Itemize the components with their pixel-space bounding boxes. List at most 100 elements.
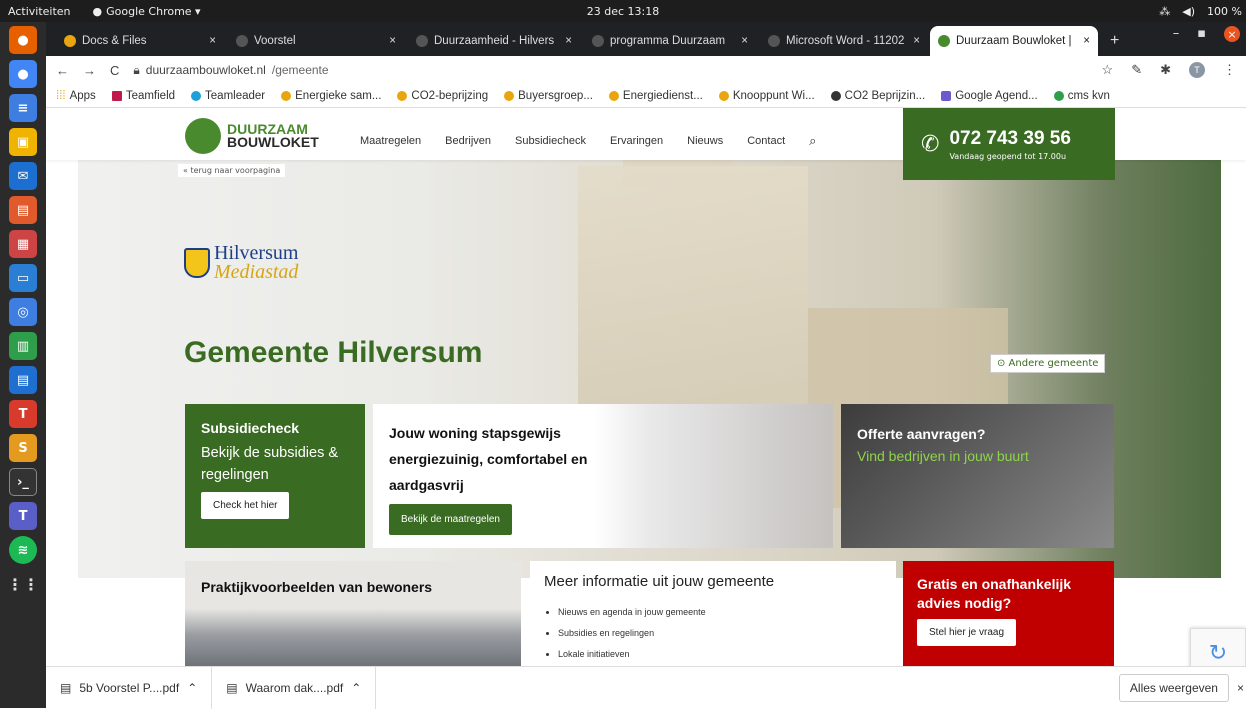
bookmark-item[interactable]: Google Agend...	[941, 90, 1038, 102]
docs-icon[interactable]: ≡	[9, 94, 37, 122]
apps-grid-icon: ⁞⁞⁞	[56, 89, 66, 102]
terminal-icon[interactable]: ›_	[9, 468, 37, 496]
close-icon[interactable]: ×	[203, 35, 216, 47]
other-municipality-button[interactable]: ⊙ Andere gemeente	[990, 354, 1106, 373]
list-item[interactable]: Subsidies en regelingen	[558, 623, 882, 644]
teamleader-icon[interactable]: T	[9, 400, 37, 428]
chevron-up-icon[interactable]: ⌃	[187, 681, 197, 695]
sheets-icon[interactable]: ▥	[9, 332, 37, 360]
spotify-icon[interactable]: ≋	[9, 536, 37, 564]
window-controls: – ▪ ×	[1173, 26, 1246, 42]
tab-duurzaamheid[interactable]: Duurzaamheid - Hilvers ×	[408, 26, 580, 56]
new-tab-button[interactable]: +	[1102, 26, 1126, 56]
tab-docs-files[interactable]: Docs & Files ×	[56, 26, 224, 56]
skype-icon[interactable]: S	[9, 434, 37, 462]
info-list: Nieuws en agenda in jouw gemeente Subsid…	[544, 602, 882, 665]
system-tray[interactable]: ⁂ ◀) 100 %	[1159, 5, 1242, 18]
bookmark-favicon-icon	[111, 90, 122, 101]
tab-favicon-icon	[592, 35, 604, 47]
tab-favicon-icon	[236, 35, 248, 47]
app-grid-icon[interactable]: ⋮⋮	[7, 570, 39, 598]
nav-bedrijven[interactable]: Bedrijven	[445, 135, 491, 149]
bookmark-apps[interactable]: ⁞⁞⁞ Apps	[56, 90, 96, 102]
bookmark-item[interactable]: Teamfield	[111, 90, 175, 102]
dock: ● ● ≡ ▣ ✉ ▤ ▦ ▭ ◎ ▥ ▤ T S ›_ T ≋ ⋮⋮	[0, 22, 46, 708]
bookmark-item[interactable]: CO2 Beprijzin...	[830, 90, 925, 102]
bookmark-item[interactable]: Teamleader	[191, 90, 265, 102]
close-icon[interactable]: ×	[383, 35, 396, 47]
search-icon[interactable]: ⌕	[809, 133, 816, 149]
app-menu[interactable]: ● Google Chrome ▾	[93, 5, 201, 18]
bookmark-item[interactable]: Energieke sam...	[281, 90, 381, 102]
window-close-icon[interactable]: ×	[1224, 26, 1240, 42]
bookmark-favicon-icon	[504, 90, 515, 101]
bookmark-item[interactable]: Knooppunt Wi...	[718, 90, 815, 102]
slides-icon[interactable]: ▤	[9, 196, 37, 224]
download-item[interactable]: ▤ Waarom dak....pdf ⌃	[212, 666, 377, 709]
bookmark-favicon-icon	[608, 90, 619, 101]
back-icon[interactable]: ←	[56, 63, 69, 78]
chevron-up-icon[interactable]: ⌃	[351, 681, 361, 695]
list-item[interactable]: Nieuws en agenda in jouw gemeente	[558, 602, 882, 623]
show-all-downloads-button[interactable]: Alles weergeven	[1118, 673, 1229, 702]
bookmark-item[interactable]: CO2-beprijzing	[397, 90, 488, 102]
back-to-home-link[interactable]: « terug naar voorpagina	[178, 164, 286, 177]
nav-contact[interactable]: Contact	[747, 135, 785, 149]
list-item[interactable]: Lokale initiatieven	[558, 644, 882, 665]
bookmarks-bar: ⁞⁞⁞ Apps Teamfield Teamleader Energieke s…	[46, 84, 1246, 108]
subsidiecheck-card: Subsidiecheck Bekijk de subsidies & rege…	[185, 404, 365, 548]
thunderbird-icon[interactable]: ✉	[9, 162, 37, 190]
close-icon[interactable]: ×	[735, 35, 748, 47]
writer-icon[interactable]: ▤	[9, 366, 37, 394]
teams-icon[interactable]: T	[9, 502, 37, 530]
maximize-icon[interactable]: ▪	[1197, 26, 1206, 42]
chromium-icon[interactable]: ◎	[9, 298, 37, 326]
bookmark-item[interactable]: Energiedienst...	[608, 90, 703, 102]
forward-icon[interactable]: →	[83, 63, 96, 78]
firefox-icon[interactable]: ●	[9, 26, 37, 54]
profile-avatar[interactable]: T	[1189, 62, 1205, 78]
praktijk-card[interactable]: Praktijkvoorbeelden van bewoners	[185, 561, 521, 666]
close-icon[interactable]: ×	[907, 35, 920, 47]
puzzle-icon[interactable]: ✱	[1160, 62, 1171, 78]
phone-box[interactable]: ✆ 072 743 39 56 Vandaag geopend tot 17.0…	[903, 108, 1115, 180]
tab-programma[interactable]: programma Duurzaam ×	[584, 26, 756, 56]
remote-desktop-icon[interactable]: ▭	[9, 264, 37, 292]
page-title: Gemeente Hilversum	[184, 336, 483, 369]
minimize-icon[interactable]: –	[1173, 26, 1180, 42]
nav-ervaringen[interactable]: Ervaringen	[610, 135, 663, 149]
site-logo[interactable]: DUURZAAM BOUWLOKET	[185, 118, 319, 154]
network-icon: ⁂	[1159, 4, 1171, 18]
shield-icon	[184, 248, 210, 278]
reload-icon[interactable]: C	[110, 63, 119, 78]
download-item[interactable]: ▤ 5b Voorstel P....pdf ⌃	[46, 666, 213, 709]
close-downloads-icon[interactable]: ×	[1237, 681, 1244, 695]
files-icon[interactable]: ▣	[9, 128, 37, 156]
address-bar[interactable]: 🔒︎ duurzaambouwloket.nl/gemeente	[133, 63, 328, 78]
recaptcha-badge[interactable]: ↻	[1190, 628, 1246, 666]
extension-icon[interactable]: ✎	[1131, 62, 1142, 78]
activities-button[interactable]: Activiteiten	[0, 5, 79, 18]
tab-duurzaam-bouwloket[interactable]: Duurzaam Bouwloket | ×	[930, 26, 1098, 56]
tab-voorstel[interactable]: Voorstel ×	[228, 26, 404, 56]
star-icon[interactable]: ☆	[1102, 62, 1114, 78]
tab-favicon-icon	[768, 35, 780, 47]
check-button[interactable]: Check het hier	[201, 492, 290, 519]
maatregelen-button[interactable]: Bekijk de maatregelen	[389, 504, 512, 535]
nav-maatregelen[interactable]: Maatregelen	[360, 135, 421, 149]
offerte-card[interactable]: Offerte aanvragen? Vind bedrijven in jou…	[841, 404, 1114, 548]
bookmark-item[interactable]: cms kvn	[1053, 90, 1110, 102]
bookmark-favicon-icon	[718, 90, 729, 101]
close-icon[interactable]: ×	[1077, 35, 1090, 47]
tab-word[interactable]: Microsoft Word - 11202 ×	[760, 26, 928, 56]
bookmark-item[interactable]: Buyersgroep...	[504, 90, 593, 102]
nav-nieuws[interactable]: Nieuws	[687, 135, 723, 149]
recaptcha-icon: ↻	[1208, 640, 1228, 666]
bookmark-favicon-icon	[281, 90, 292, 101]
nav-subsidiecheck[interactable]: Subsidiecheck	[515, 135, 586, 149]
close-icon[interactable]: ×	[559, 35, 572, 47]
menu-icon[interactable]: ⋮	[1223, 62, 1236, 78]
impress-icon[interactable]: ▦	[9, 230, 37, 258]
chrome-launcher-icon[interactable]: ●	[9, 60, 37, 88]
ask-question-button[interactable]: Stel hier je vraag	[917, 619, 1017, 646]
